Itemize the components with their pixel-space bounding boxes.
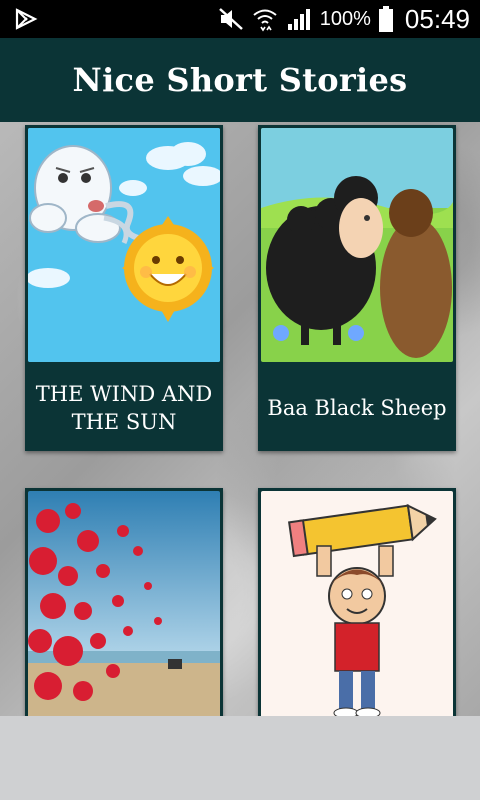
status-bar: 100% 05:49: [0, 0, 480, 38]
boy-with-pencil-image: [261, 491, 453, 716]
wifi-icon: [253, 9, 277, 32]
app-bar: Nice Short Stories: [0, 38, 480, 122]
wind-and-sun-image: [28, 128, 220, 362]
story-card[interactable]: [25, 488, 223, 716]
mute-icon: [218, 8, 243, 30]
battery-percent: 100%: [319, 7, 371, 30]
red-balloons-image: [28, 491, 220, 716]
story-card[interactable]: THE WIND AND THE SUN: [25, 125, 223, 451]
story-card[interactable]: Baa Black Sheep: [258, 125, 456, 451]
story-grid[interactable]: THE WIND AND THE SUN Baa Black Sheep: [0, 122, 480, 716]
bottom-panel: [0, 716, 480, 800]
app-title: Nice Short Stories: [72, 61, 408, 99]
signal-icon: [287, 9, 310, 30]
story-title: Baa Black Sheep: [267, 396, 447, 420]
play-store-icon: [15, 8, 38, 30]
battery-icon: [378, 6, 393, 32]
black-sheep-image: [261, 128, 453, 362]
story-title: THE WIND AND THE SUN: [35, 382, 213, 434]
clock: 05:49: [404, 3, 470, 34]
story-card[interactable]: [258, 488, 456, 716]
